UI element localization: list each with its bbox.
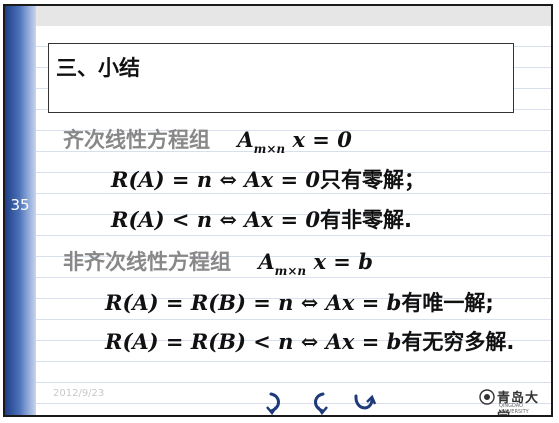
nonhomogeneous-heading: 非齐次线性方程组 Am×n x = b [63, 246, 373, 278]
homogeneous-case1-text: 只有零解； [319, 168, 425, 192]
nonhomogeneous-case1-text: 有唯一解; [401, 291, 494, 315]
homogeneous-case-2: R(A) < n ⇔ Ax = 0有非零解. [111, 204, 412, 234]
university-seal-icon [479, 389, 495, 405]
nonhomogeneous-case2-math: R(A) = R(B) < n ⇔ Ax = b [105, 329, 402, 354]
nonhomogeneous-label: 非齐次线性方程组 [63, 250, 231, 274]
homogeneous-equation-main: A [237, 127, 254, 152]
next-arrow-icon[interactable] [263, 390, 285, 416]
slide-number: 35 [10, 196, 30, 214]
homogeneous-case1-math: R(A) = n ⇔ Ax = 0 [111, 167, 320, 192]
slide-date: 2012/9/23 [53, 388, 105, 399]
nonhomogeneous-case-1: R(A) = R(B) = n ⇔ Ax = b有唯一解; [105, 287, 494, 317]
homogeneous-label: 齐次线性方程组 [63, 128, 210, 152]
nonhomogeneous-equation-main: A [258, 249, 275, 274]
nonhomogeneous-equation-tail: x = b [306, 249, 373, 274]
university-name-en: QINGDAO UNIVERSITY [499, 403, 529, 415]
title-box: 三、小结 [48, 43, 514, 113]
top-band [36, 6, 551, 26]
nonhomogeneous-case-2: R(A) = R(B) < n ⇔ Ax = b有无穷多解. [105, 326, 514, 356]
return-arrow-icon[interactable] [351, 390, 377, 416]
homogeneous-case2-text: 有非零解. [319, 208, 412, 232]
homogeneous-heading: 齐次线性方程组 Am×n x = 0 [63, 124, 352, 156]
nonhomogeneous-case1-math: R(A) = R(B) = n ⇔ Ax = b [105, 290, 402, 315]
homogeneous-equation-sub: m×n [253, 142, 286, 156]
slide-title: 三、小结 [56, 56, 140, 80]
nonhomogeneous-equation-sub: m×n [274, 264, 307, 278]
homogeneous-case-1: R(A) = n ⇔ Ax = 0只有零解； [111, 164, 425, 194]
homogeneous-case2-math: R(A) < n ⇔ Ax = 0 [111, 207, 320, 232]
slide-frame: 35 三、小结 齐次线性方程组 Am×n x = 0 R(A) = n ⇔ Ax… [3, 4, 553, 417]
university-logo: 青岛大学 QINGDAO UNIVERSITY [479, 386, 551, 415]
nonhomogeneous-case2-text: 有无穷多解. [401, 330, 515, 354]
slide-sidebar: 35 [5, 6, 36, 415]
homogeneous-equation-tail: x = 0 [285, 127, 352, 152]
previous-arrow-icon[interactable] [309, 390, 331, 416]
